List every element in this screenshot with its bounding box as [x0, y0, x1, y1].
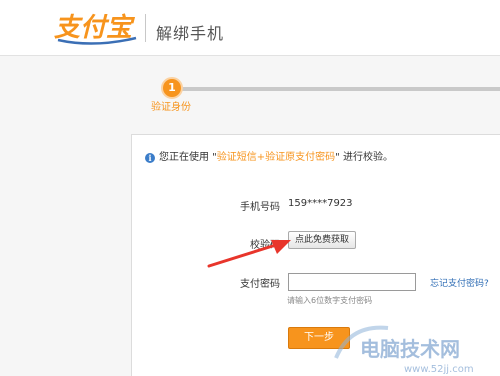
red-arrow-annotation	[207, 240, 291, 268]
phone-value: 159****7923	[288, 198, 353, 209]
page-title: 解绑手机	[156, 24, 225, 43]
notice-prefix: 您正在使用 "	[159, 152, 217, 163]
step-1-badge: 1	[161, 77, 183, 99]
progress-steps: 1 验证身份	[0, 70, 500, 120]
logo-divider	[145, 14, 146, 42]
watermark-logo: 电脑技术网 www.52jj.com	[334, 325, 474, 375]
page-header: 支付宝 解绑手机	[0, 0, 500, 56]
info-icon: i	[145, 153, 155, 163]
svg-text:支付宝: 支付宝	[54, 13, 136, 43]
step-1-label: 验证身份	[151, 102, 191, 113]
notice-suffix: " 进行校验。	[335, 152, 393, 163]
progress-track	[180, 87, 500, 91]
forgot-password-link[interactable]: 忘记支付密码?	[430, 276, 489, 289]
verification-method-link[interactable]: 验证短信+验证原支付密码	[217, 152, 335, 163]
pay-password-label: 支付密码	[240, 279, 280, 290]
pay-password-input[interactable]	[288, 273, 416, 291]
phone-label: 手机号码	[240, 202, 280, 213]
svg-text:www.52jj.com: www.52jj.com	[404, 364, 474, 375]
svg-text:电脑技术网: 电脑技术网	[360, 337, 460, 361]
alipay-logo[interactable]: 支付宝	[54, 8, 140, 46]
get-code-button[interactable]: 点此免费获取	[288, 231, 356, 249]
verification-notice: i 您正在使用 "验证短信+验证原支付密码" 进行校验。	[145, 148, 393, 163]
pay-password-hint: 请输入6位数字支付密码	[287, 296, 373, 305]
